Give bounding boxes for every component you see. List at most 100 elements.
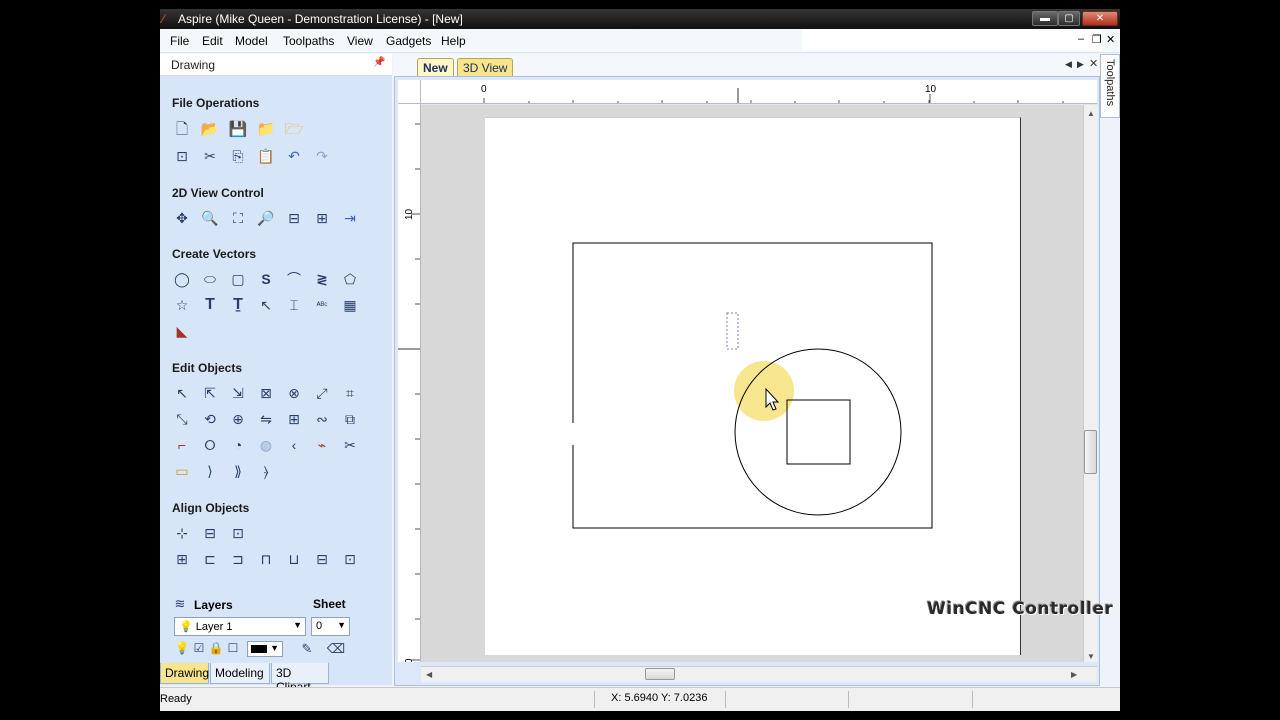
next-tab-icon[interactable]: ▶ xyxy=(1077,59,1084,70)
open-folder-icon[interactable]: 📂 xyxy=(199,118,221,140)
maximize-button[interactable]: ▢ xyxy=(1058,11,1080,26)
array-icon[interactable]: ▦ xyxy=(339,294,361,316)
align-middle-h-icon[interactable]: ⊟ xyxy=(311,548,333,570)
rectangle-icon[interactable]: ▢ xyxy=(227,268,249,290)
align-middle-v-icon[interactable]: ⊡ xyxy=(339,548,361,570)
transform-icon[interactable]: ⇲ xyxy=(227,382,249,404)
layout-icon[interactable]: ⊟ xyxy=(283,207,305,229)
scroll-up-icon[interactable]: ▲ xyxy=(1087,109,1095,118)
pin-icon[interactable]: 📌 xyxy=(373,57,385,68)
zoom-selection-icon[interactable]: 🔎 xyxy=(255,207,277,229)
size-icon[interactable]: ⊠ xyxy=(255,382,277,404)
scroll-down-icon[interactable]: ▼ xyxy=(1087,652,1095,661)
star-icon[interactable]: ☆ xyxy=(171,294,193,316)
import-bitmap-icon[interactable]: 🗁 xyxy=(283,118,305,140)
layer-checkbox[interactable]: ☑ xyxy=(191,639,207,657)
smooth-icon[interactable]: ⟫ xyxy=(227,460,249,482)
vertical-scroll-thumb[interactable] xyxy=(1084,430,1097,474)
layer-lock-icon[interactable]: 🔒 xyxy=(208,639,224,657)
menu-gadgets[interactable]: Gadgets xyxy=(386,34,431,48)
fillet-icon[interactable]: ⌐ xyxy=(171,434,193,456)
boundary-icon[interactable]: ▭ xyxy=(171,460,193,482)
menu-model[interactable]: Model xyxy=(235,34,268,48)
weld-icon[interactable]: ⭘ xyxy=(199,434,221,456)
horizontal-scrollbar[interactable] xyxy=(421,666,1097,682)
layer-select[interactable]: 💡 Layer 1 ▼ xyxy=(174,617,306,636)
trace-bitmap-icon[interactable]: ◣ xyxy=(171,320,193,342)
zoom-extents-icon[interactable]: ⛶ xyxy=(227,207,249,229)
polygon-icon[interactable]: ⬠ xyxy=(339,268,361,290)
text-arc-icon[interactable]: ᴬᴮᶜ xyxy=(311,294,333,316)
scroll-right-icon[interactable]: ▶ xyxy=(1071,670,1077,679)
undo-icon[interactable]: ↶ xyxy=(283,145,305,167)
drawing-canvas[interactable] xyxy=(421,105,1083,662)
menu-file[interactable]: File xyxy=(170,34,189,48)
close-button[interactable]: ✕ xyxy=(1082,11,1118,26)
circle-icon[interactable]: ◯ xyxy=(171,268,193,290)
mdi-minimize-button[interactable]: – xyxy=(1078,33,1084,45)
layer-lock-checkbox[interactable]: ☐ xyxy=(225,639,241,657)
vertical-scrollbar[interactable] xyxy=(1083,105,1098,662)
minimize-button[interactable]: ▬ xyxy=(1032,11,1058,26)
align-v-center-icon[interactable]: ⊡ xyxy=(227,522,249,544)
align-h-center-icon[interactable]: ⊟ xyxy=(199,522,221,544)
ellipse-icon[interactable]: ⬭ xyxy=(199,268,221,290)
prev-tab-icon[interactable]: ◀ xyxy=(1065,59,1072,70)
scissors-icon[interactable]: ✂ xyxy=(339,434,361,456)
save-icon[interactable]: 💾 xyxy=(227,118,249,140)
zoom-icon[interactable]: 🔍 xyxy=(199,207,221,229)
tab-3d-clipart[interactable]: 3D Clipart xyxy=(271,663,329,694)
measure-icon[interactable]: ⤢ xyxy=(311,382,333,404)
trim-icon[interactable]: ⌁ xyxy=(311,434,333,456)
mirror-icon[interactable]: ⇋ xyxy=(255,408,277,430)
layer-visible-icon[interactable]: 💡 xyxy=(174,639,190,657)
rotate-icon[interactable]: ⟲ xyxy=(199,408,221,430)
node-edit-icon[interactable]: ⇱ xyxy=(199,382,221,404)
toolpaths-side-tab[interactable]: Toolpaths xyxy=(1100,54,1120,118)
autoscale-text-icon[interactable]: ⌶ xyxy=(283,294,305,316)
delete-icon[interactable]: ⊗ xyxy=(283,382,305,404)
text-on-curve-icon[interactable]: ↖ xyxy=(255,294,277,316)
split-view-icon[interactable]: ⊞ xyxy=(311,207,333,229)
export-view-icon[interactable]: ⇥ xyxy=(339,207,361,229)
extend-icon[interactable]: ⟩ xyxy=(199,460,221,482)
tab-new[interactable]: New xyxy=(417,58,454,76)
arc-icon[interactable]: ⌒ xyxy=(283,268,305,290)
menu-help[interactable]: Help xyxy=(441,34,466,48)
align-center-icon[interactable]: ⊹ xyxy=(171,522,193,544)
mdi-close-button[interactable]: ✕ xyxy=(1106,33,1115,46)
align-left-icon[interactable]: ⊏ xyxy=(199,548,221,570)
paste-icon[interactable]: 📋 xyxy=(255,145,277,167)
tab-drawing[interactable]: Drawing xyxy=(160,663,209,684)
group-icon[interactable]: ⊞ xyxy=(283,408,305,430)
subtract-icon[interactable]: ◔ xyxy=(227,434,249,456)
scroll-left-icon[interactable]: ◀ xyxy=(426,670,432,679)
align-group-center-icon[interactable]: ⊞ xyxy=(171,548,193,570)
curve-icon[interactable]: ≷ xyxy=(311,268,333,290)
layer-properties-icon[interactable]: ✎ xyxy=(297,638,317,658)
square-vector[interactable] xyxy=(786,399,851,465)
import-folder-icon[interactable]: 📁 xyxy=(255,118,277,140)
copy-icon[interactable]: ⎘ xyxy=(227,145,249,167)
select-icon[interactable]: ↖ xyxy=(171,382,193,404)
pan-icon[interactable]: ✥ xyxy=(171,207,193,229)
center-icon[interactable]: ⊕ xyxy=(227,408,249,430)
select-all-icon[interactable]: ⊡ xyxy=(171,145,193,167)
text-box-icon[interactable]: Ṯ xyxy=(227,294,249,316)
menu-edit[interactable]: Edit xyxy=(202,34,223,48)
cut-icon[interactable]: ✂ xyxy=(199,145,221,167)
join-icon[interactable]: ∾ xyxy=(311,408,333,430)
layer-color-select[interactable]: ▼ xyxy=(247,641,283,657)
angle-icon[interactable]: ‹ xyxy=(283,434,305,456)
layer-eraser-icon[interactable]: ⌫ xyxy=(326,638,346,658)
polyline-icon[interactable]: S xyxy=(255,268,277,290)
sheet-select[interactable]: 0 ▼ xyxy=(311,617,350,636)
new-file-icon[interactable]: 🗋 xyxy=(171,118,193,140)
close-vector-icon[interactable]: ⦒ xyxy=(255,460,277,482)
redo-icon[interactable]: ↷ xyxy=(311,145,333,167)
text-icon[interactable]: T xyxy=(199,294,221,316)
intersect-icon[interactable]: ◍ xyxy=(255,434,277,456)
menu-view[interactable]: View xyxy=(347,34,373,48)
mdi-restore-button[interactable]: ❐ xyxy=(1092,33,1102,46)
tab-3d-view[interactable]: 3D View xyxy=(457,58,514,76)
